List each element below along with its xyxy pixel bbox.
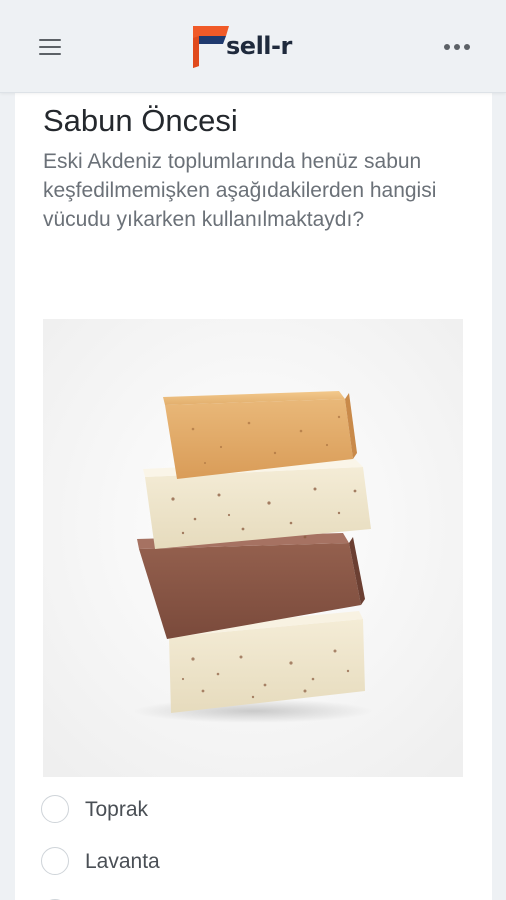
sell-r-logo[interactable]: sell-r bbox=[193, 26, 293, 68]
question-text: Eski Akdeniz toplumlarında henüz sabun k… bbox=[43, 150, 437, 231]
answer-option-toprak[interactable]: Toprak bbox=[41, 793, 341, 827]
app: sell-r Sabun Öncesi Eski Akdeniz topluml… bbox=[0, 0, 506, 900]
answer-option-lavanta[interactable]: Lavanta bbox=[41, 845, 341, 879]
radio-button[interactable] bbox=[41, 795, 69, 823]
answer-option-label: Toprak bbox=[85, 798, 149, 821]
more-horizontal-icon[interactable] bbox=[436, 30, 480, 64]
soap-stack-illustration bbox=[43, 319, 463, 777]
question-card: Sabun Öncesi Eski Akdeniz toplumlarında … bbox=[15, 93, 492, 900]
logo-text: sell-r bbox=[226, 32, 292, 60]
top-app-bar: sell-r bbox=[0, 0, 506, 93]
question-title: Sabun Öncesi bbox=[43, 103, 238, 138]
question-image bbox=[43, 319, 463, 777]
hamburger-menu-icon[interactable] bbox=[30, 30, 70, 64]
answer-option-label: Lavanta bbox=[85, 850, 160, 873]
radio-button[interactable] bbox=[41, 847, 69, 875]
logo-mark bbox=[193, 26, 229, 68]
